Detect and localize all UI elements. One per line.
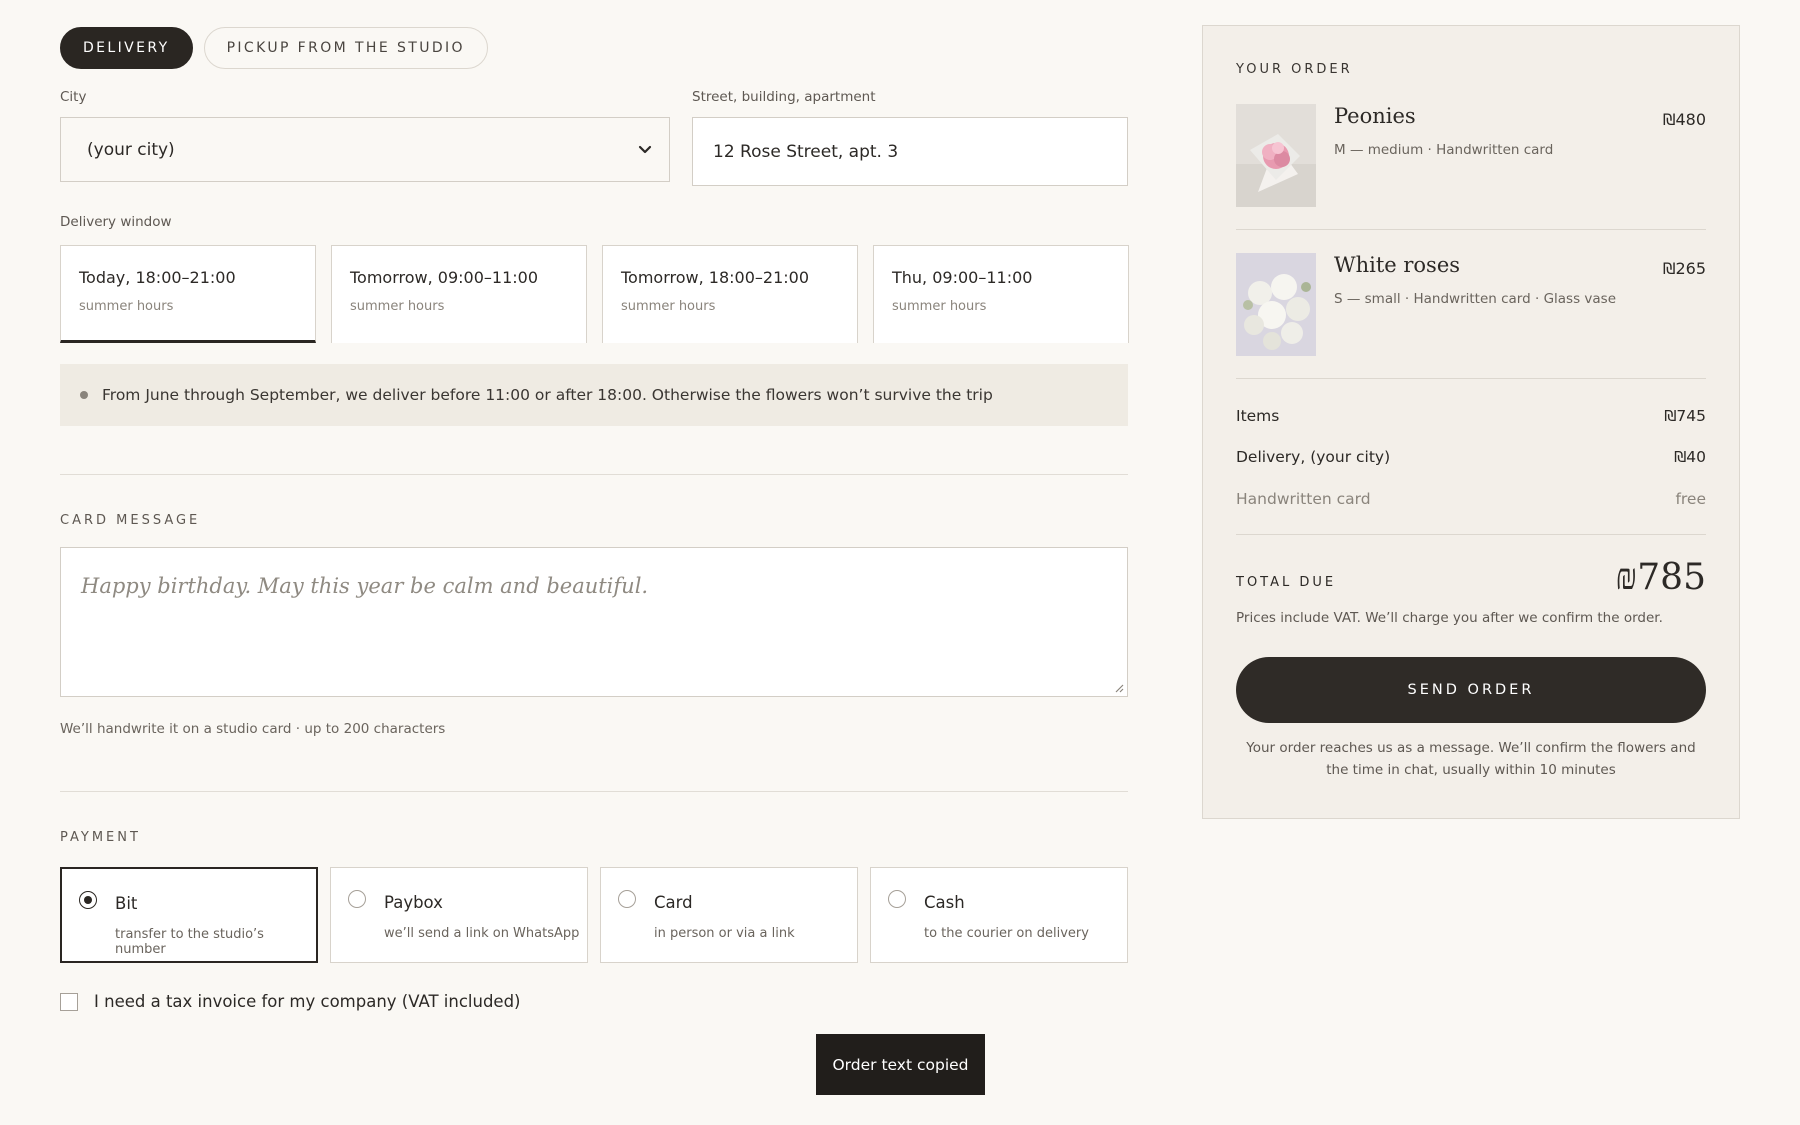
street-label: Street, building, apartment bbox=[692, 89, 876, 105]
payment-name: Cash bbox=[924, 893, 965, 912]
item-price: ₪480 bbox=[1662, 110, 1706, 129]
radio-icon[interactable] bbox=[348, 890, 366, 908]
radio-icon[interactable] bbox=[888, 890, 906, 908]
payment-note: transfer to the studio’s number bbox=[115, 927, 264, 957]
tax-invoice-label: I need a tax invoice for my company (VAT… bbox=[94, 992, 521, 1011]
card-fee-row: Handwritten card free bbox=[1236, 490, 1706, 508]
item-options: M — medium · Handwritten card bbox=[1334, 142, 1554, 158]
payment-name: Card bbox=[654, 893, 693, 912]
item-name: White roses bbox=[1334, 253, 1461, 277]
payment-name: Paybox bbox=[384, 893, 443, 912]
vat-note: Prices include VAT. We’ll charge you aft… bbox=[1236, 610, 1663, 626]
row-value: ₪745 bbox=[1664, 407, 1706, 425]
order-item: Peonies ₪480 M — medium · Handwritten ca… bbox=[1236, 104, 1706, 208]
section-divider bbox=[60, 791, 1128, 792]
summer-delivery-notice: From June through September, we deliver … bbox=[60, 364, 1128, 426]
row-label: Delivery, (your city) bbox=[1236, 448, 1391, 466]
resize-grip-icon[interactable] bbox=[1112, 681, 1124, 693]
radio-selected-icon[interactable] bbox=[79, 891, 97, 909]
payment-title: Payment bbox=[60, 830, 141, 845]
card-message-textarea[interactable]: Happy birthday. May this year be calm an… bbox=[60, 547, 1128, 697]
pickup-tab[interactable]: Pickup from the studio bbox=[203, 27, 488, 69]
payment-option-bit[interactable]: Bit transfer to the studio’s number bbox=[60, 867, 318, 963]
slot-time: Thu, 09:00–11:00 bbox=[892, 268, 1033, 287]
delivery-fee-row: Delivery, (your city) ₪40 bbox=[1236, 448, 1706, 466]
row-label: Items bbox=[1236, 407, 1280, 425]
peonies-image bbox=[1236, 104, 1316, 207]
order-summary-title: Your order bbox=[1236, 62, 1353, 77]
payment-name: Bit bbox=[115, 894, 138, 913]
slot-note: summer hours bbox=[79, 299, 174, 314]
city-select[interactable]: (your city) bbox=[60, 117, 670, 182]
slot-note: summer hours bbox=[892, 299, 987, 314]
row-label: Handwritten card bbox=[1236, 490, 1371, 508]
item-options: S — small · Handwritten card · Glass vas… bbox=[1334, 291, 1617, 307]
summary-divider bbox=[1236, 378, 1706, 379]
slot-time: Tomorrow, 09:00–11:00 bbox=[350, 268, 539, 287]
notice-text: From June through September, we deliver … bbox=[102, 386, 993, 404]
summary-divider bbox=[1236, 229, 1706, 230]
delivery-window-slots: Today, 18:00–21:00 summer hours Tomorrow… bbox=[60, 245, 1129, 343]
payment-options: Bit transfer to the studio’s number Payb… bbox=[60, 867, 1128, 963]
chevron-down-icon bbox=[638, 145, 652, 154]
payment-note: in person or via a link bbox=[654, 926, 795, 941]
card-message-title: Card message bbox=[60, 513, 201, 528]
items-subtotal-row: Items ₪745 bbox=[1236, 407, 1706, 425]
payment-note: we’ll send a link on WhatsApp bbox=[384, 926, 580, 941]
send-order-button[interactable]: Send order bbox=[1236, 657, 1706, 723]
white-roses-image bbox=[1236, 253, 1316, 356]
city-select-value: (your city) bbox=[87, 139, 175, 160]
slot-note: summer hours bbox=[621, 299, 716, 314]
card-message-placeholder: Happy birthday. May this year be calm an… bbox=[81, 574, 649, 598]
row-value: free bbox=[1675, 490, 1706, 508]
city-label: City bbox=[60, 89, 87, 105]
copied-toast: Order text copied bbox=[816, 1034, 985, 1095]
bullet-dot-icon bbox=[80, 391, 88, 399]
slot-today-evening[interactable]: Today, 18:00–21:00 summer hours bbox=[60, 245, 316, 343]
delivery-window-label: Delivery window bbox=[60, 214, 172, 230]
row-value: ₪40 bbox=[1674, 448, 1706, 466]
tax-invoice-checkbox[interactable] bbox=[60, 992, 78, 1011]
total-value: ₪785 bbox=[1615, 557, 1706, 598]
delivery-tab[interactable]: Delivery bbox=[60, 27, 193, 69]
payment-option-cash[interactable]: Cash to the courier on delivery bbox=[870, 867, 1128, 963]
card-message-helper: We’ll handwrite it on a studio card · up… bbox=[60, 721, 446, 737]
slot-note: summer hours bbox=[350, 299, 445, 314]
order-item: White roses ₪265 S — small · Handwritten… bbox=[1236, 253, 1706, 357]
total-label: Total due bbox=[1236, 575, 1337, 590]
slot-tomorrow-evening[interactable]: Tomorrow, 18:00–21:00 summer hours bbox=[602, 245, 858, 343]
payment-note: to the courier on delivery bbox=[924, 926, 1089, 941]
street-input-value: 12 Rose Street, apt. 3 bbox=[713, 141, 899, 162]
slot-thursday-morning[interactable]: Thu, 09:00–11:00 summer hours bbox=[873, 245, 1129, 343]
send-order-note: Your order reaches us as a message. We’l… bbox=[1246, 740, 1696, 778]
slot-time: Today, 18:00–21:00 bbox=[79, 268, 236, 287]
tax-invoice-option[interactable]: I need a tax invoice for my company (VAT… bbox=[60, 992, 521, 1011]
payment-option-card[interactable]: Card in person or via a link bbox=[600, 867, 858, 963]
slot-tomorrow-morning[interactable]: Tomorrow, 09:00–11:00 summer hours bbox=[331, 245, 587, 343]
street-input[interactable]: 12 Rose Street, apt. 3 bbox=[692, 117, 1128, 186]
item-price: ₪265 bbox=[1662, 259, 1706, 278]
summary-divider bbox=[1236, 534, 1706, 535]
order-summary: Your order Peonies ₪480 M — medium · Han… bbox=[1202, 25, 1740, 819]
payment-option-paybox[interactable]: Paybox we’ll send a link on WhatsApp bbox=[330, 867, 588, 963]
slot-time: Tomorrow, 18:00–21:00 bbox=[621, 268, 810, 287]
item-name: Peonies bbox=[1334, 104, 1416, 128]
delivery-mode-toggle: Delivery Pickup from the studio bbox=[60, 27, 488, 69]
radio-icon[interactable] bbox=[618, 890, 636, 908]
section-divider bbox=[60, 474, 1128, 475]
